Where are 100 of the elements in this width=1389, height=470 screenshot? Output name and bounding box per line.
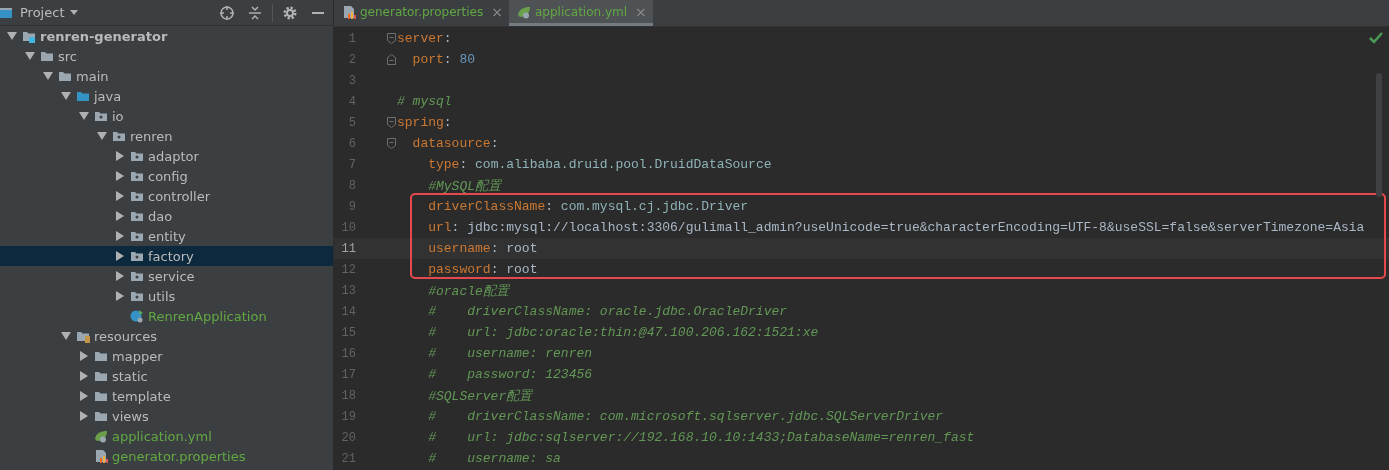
collapsed-arrow-icon[interactable] (115, 251, 125, 261)
resources-folder-icon (76, 329, 90, 343)
code-line: # mysql (397, 94, 452, 109)
tree-item-label: io (112, 108, 124, 124)
tree-item[interactable]: factory (0, 246, 333, 266)
package-folder-icon (130, 189, 144, 203)
tree-item[interactable]: controller (0, 186, 333, 206)
code-line: # driverClassName: oracle.jdbc.OracleDriver (427, 304, 788, 319)
tree-item-label: views (112, 408, 149, 424)
fold-marker-icon[interactable] (387, 117, 396, 128)
tree-item[interactable]: renren (0, 126, 333, 146)
editor-tab[interactable]: generator.properties × (334, 0, 509, 26)
folder-icon (40, 49, 54, 63)
line-number: 16 (340, 346, 356, 361)
tree-item[interactable]: entity (0, 226, 333, 246)
package-folder-icon (130, 269, 144, 283)
code-line: # driverClassName: com.microsoft.sqlserver.jdbc.SQLServerDriver (427, 409, 944, 424)
code-line: #oracle配置 (427, 282, 509, 300)
project-view-dropdown[interactable]: Project (18, 5, 81, 20)
tree-item[interactable]: utils (0, 286, 333, 306)
fold-marker-icon[interactable] (387, 33, 396, 44)
package-folder-icon (130, 289, 144, 303)
collapsed-arrow-icon[interactable] (115, 271, 125, 281)
caret-icon (70, 10, 79, 15)
tree-item[interactable]: resources (0, 326, 333, 346)
line-number: 6 (347, 136, 356, 151)
tree-item[interactable]: mapper (0, 346, 333, 366)
scrollbar-thumb[interactable] (1376, 73, 1382, 197)
collapsed-arrow-icon[interactable] (79, 391, 89, 401)
tree-item[interactable]: service (0, 266, 333, 286)
line-number: 15 (340, 325, 356, 340)
line-number: 10 (340, 220, 356, 235)
expanded-arrow-icon[interactable] (97, 131, 107, 141)
line-number: 9 (347, 199, 356, 214)
code-line: port: 80 (411, 52, 476, 67)
tree-item[interactable]: renren-generator (0, 26, 333, 46)
tree-item-label: RenrenApplication (148, 308, 267, 324)
tree-item[interactable]: views (0, 406, 333, 426)
tree-item-label: factory (148, 248, 194, 264)
code-line: #SQLServer配置 (427, 387, 533, 405)
line-number: 5 (347, 115, 356, 130)
collapsed-arrow-icon[interactable] (115, 231, 125, 241)
tree-item[interactable]: dao (0, 206, 333, 226)
line-number: 1 (347, 31, 356, 46)
code-line: spring: (397, 115, 452, 130)
expanded-arrow-icon[interactable] (25, 51, 35, 61)
tab-label: application.yml (534, 4, 628, 19)
module-folder-icon (22, 29, 36, 43)
fold-end-marker-icon[interactable] (387, 54, 396, 65)
tree-item-label: service (148, 268, 195, 284)
package-folder-icon (130, 149, 144, 163)
collapse-all-icon[interactable] (247, 4, 263, 21)
code-line: # username: renren (427, 346, 593, 361)
tree-item[interactable]: generator.properties (0, 446, 333, 466)
expanded-arrow-icon[interactable] (7, 31, 17, 41)
crosshair-icon[interactable] (219, 4, 235, 21)
tree-item-label: generator.properties (112, 448, 246, 464)
tree-item[interactable]: template (0, 386, 333, 406)
tree-item[interactable]: static (0, 366, 333, 386)
expanded-arrow-icon[interactable] (43, 71, 53, 81)
collapsed-arrow-icon[interactable] (115, 151, 125, 161)
line-number: 7 (347, 157, 356, 172)
collapsed-arrow-icon[interactable] (115, 191, 125, 201)
tree-item[interactable]: application.yml (0, 426, 333, 446)
code-line: username: root (427, 241, 538, 256)
tree-item[interactable]: main (0, 66, 333, 86)
tree-item-label: application.yml (112, 428, 212, 444)
code-line: # username: sa (427, 451, 561, 466)
tree-item[interactable]: RenrenApplication (0, 306, 333, 326)
tree-item[interactable]: io (0, 106, 333, 126)
package-folder-icon (112, 129, 126, 143)
tree-item[interactable]: java (0, 86, 333, 106)
collapsed-arrow-icon[interactable] (115, 291, 125, 301)
folder-icon (94, 349, 108, 363)
close-tab-button[interactable]: × (491, 3, 503, 20)
tree-item-label: main (76, 68, 109, 84)
tree-item[interactable]: config (0, 166, 333, 186)
collapsed-arrow-icon[interactable] (79, 411, 89, 421)
tree-item-label: static (112, 368, 148, 384)
package-folder-icon (130, 209, 144, 223)
expanded-arrow-icon[interactable] (79, 111, 89, 121)
check-icon (1369, 32, 1383, 44)
settings-icon[interactable] (282, 4, 298, 21)
expanded-arrow-icon[interactable] (61, 91, 71, 101)
collapsed-arrow-icon[interactable] (79, 371, 89, 381)
expanded-arrow-icon[interactable] (61, 331, 71, 341)
class-icon (130, 309, 144, 323)
collapsed-arrow-icon[interactable] (79, 351, 89, 361)
line-number: 19 (340, 409, 356, 424)
line-number: 3 (347, 73, 356, 88)
bar-chart-file-icon (342, 4, 356, 19)
code-line: server: (397, 31, 452, 46)
collapsed-arrow-icon[interactable] (115, 211, 125, 221)
leaf-icon (516, 4, 531, 19)
collapsed-arrow-icon[interactable] (115, 171, 125, 181)
folder-icon (94, 369, 108, 383)
tree-item[interactable]: adaptor (0, 146, 333, 166)
fold-marker-icon[interactable] (387, 138, 396, 149)
tree-item-label: dao (148, 208, 173, 224)
tree-item[interactable]: src (0, 46, 333, 66)
